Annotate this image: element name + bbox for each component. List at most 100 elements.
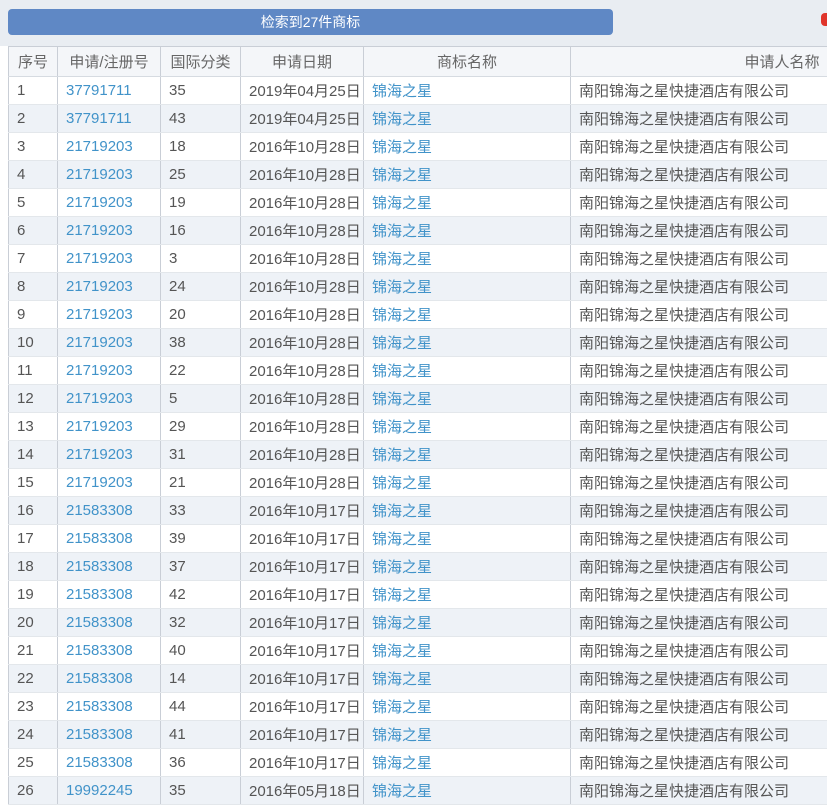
application-date-cell: 2016年10月17日	[241, 525, 364, 553]
registration-number-link[interactable]: 21583308	[66, 698, 133, 715]
trademark-name-link[interactable]: 锦海之星	[372, 671, 432, 688]
serial-number: 11	[17, 362, 33, 379]
intl-class-cell: 21	[161, 469, 241, 497]
registration-number-link[interactable]: 21583308	[66, 726, 133, 743]
serial-number-cell: 5	[9, 189, 58, 217]
trademark-name-link[interactable]: 锦海之星	[372, 755, 432, 772]
intl-class-cell: 25	[161, 161, 241, 189]
registration-number-link[interactable]: 21583308	[66, 614, 133, 631]
registration-number-link[interactable]: 21719203	[66, 138, 133, 155]
application-date-cell: 2016年10月17日	[241, 749, 364, 777]
serial-number: 14	[17, 446, 34, 463]
registration-number-link[interactable]: 21719203	[66, 250, 133, 267]
trademark-name-link[interactable]: 锦海之星	[372, 727, 432, 744]
applicant-name-cell: 南阳锦海之星快捷酒店有限公司	[571, 189, 827, 217]
intl-class-cell: 3	[161, 245, 241, 273]
registration-number-cell: 37791711	[58, 77, 161, 105]
serial-number: 19	[17, 586, 34, 603]
trademark-name-cell: 锦海之星	[364, 777, 571, 805]
applicant-name-value: 南阳锦海之星快捷酒店有限公司	[579, 307, 789, 324]
table-row: 21 21583308 40 2016年10月17日 锦海之星 南阳锦海之星快捷…	[9, 637, 827, 665]
application-date-cell: 2016年10月28日	[241, 385, 364, 413]
trademark-name-link[interactable]: 锦海之星	[372, 195, 432, 212]
registration-number-link[interactable]: 21583308	[66, 670, 133, 687]
trademark-name-link[interactable]: 锦海之星	[372, 587, 432, 604]
trademark-name-link[interactable]: 锦海之星	[372, 643, 432, 660]
serial-number: 22	[17, 670, 34, 687]
applicant-name-cell: 南阳锦海之星快捷酒店有限公司	[571, 553, 827, 581]
trademark-name-link[interactable]: 锦海之星	[372, 111, 432, 128]
trademark-name-link[interactable]: 锦海之星	[372, 251, 432, 268]
applicant-name-value: 南阳锦海之星快捷酒店有限公司	[579, 671, 789, 688]
trademark-name-link[interactable]: 锦海之星	[372, 475, 432, 492]
trademark-name-link[interactable]: 锦海之星	[372, 307, 432, 324]
application-date-value: 2016年10月17日	[249, 643, 361, 660]
trademark-name-link[interactable]: 锦海之星	[372, 699, 432, 716]
registration-number-link[interactable]: 21583308	[66, 754, 133, 771]
registration-number-link[interactable]: 19992245	[66, 782, 133, 799]
trademark-name-link[interactable]: 锦海之星	[372, 531, 432, 548]
trademark-name-link[interactable]: 锦海之星	[372, 279, 432, 296]
trademark-name-cell: 锦海之星	[364, 609, 571, 637]
registration-number-link[interactable]: 21583308	[66, 530, 133, 547]
serial-number-cell: 14	[9, 441, 58, 469]
clipped-red-icon[interactable]	[821, 13, 827, 26]
trademark-name-link[interactable]: 锦海之星	[372, 223, 432, 240]
registration-number-link[interactable]: 21583308	[66, 642, 133, 659]
registration-number-link[interactable]: 21719203	[66, 390, 133, 407]
registration-number-link[interactable]: 37791711	[66, 110, 132, 127]
trademark-name-link[interactable]: 锦海之星	[372, 559, 432, 576]
trademark-name-link[interactable]: 锦海之星	[372, 447, 432, 464]
serial-number-cell: 8	[9, 273, 58, 301]
application-date-value: 2016年10月28日	[249, 335, 361, 352]
registration-number-link[interactable]: 21583308	[66, 502, 133, 519]
serial-number-cell: 10	[9, 329, 58, 357]
applicant-name-cell: 南阳锦海之星快捷酒店有限公司	[571, 497, 827, 525]
trademark-name-link[interactable]: 锦海之星	[372, 83, 432, 100]
trademark-name-link[interactable]: 锦海之星	[372, 335, 432, 352]
trademark-name-cell: 锦海之星	[364, 189, 571, 217]
registration-number-link[interactable]: 21719203	[66, 334, 133, 351]
table-row: 12 21719203 5 2016年10月28日 锦海之星 南阳锦海之星快捷酒…	[9, 385, 827, 413]
application-date-value: 2016年10月17日	[249, 615, 361, 632]
application-date-cell: 2016年10月28日	[241, 357, 364, 385]
table-row: 19 21583308 42 2016年10月17日 锦海之星 南阳锦海之星快捷…	[9, 581, 827, 609]
trademark-name-link[interactable]: 锦海之星	[372, 419, 432, 436]
registration-number-link[interactable]: 21719203	[66, 306, 133, 323]
application-date-cell: 2016年10月28日	[241, 245, 364, 273]
serial-number-cell: 15	[9, 469, 58, 497]
trademark-name-cell: 锦海之星	[364, 357, 571, 385]
registration-number-cell: 21583308	[58, 525, 161, 553]
registration-number-link[interactable]: 21719203	[66, 166, 133, 183]
intl-class-value: 38	[169, 334, 186, 351]
intl-class-cell: 29	[161, 413, 241, 441]
registration-number-link[interactable]: 21719203	[66, 222, 133, 239]
trademark-name-link[interactable]: 锦海之星	[372, 503, 432, 520]
registration-number-link[interactable]: 21719203	[66, 278, 133, 295]
trademark-name-link[interactable]: 锦海之星	[372, 363, 432, 380]
registration-number-link[interactable]: 21719203	[66, 446, 133, 463]
intl-class-value: 35	[169, 782, 186, 799]
trademark-name-cell: 锦海之星	[364, 749, 571, 777]
trademark-name-link[interactable]: 锦海之星	[372, 391, 432, 408]
intl-class-value: 42	[169, 586, 186, 603]
trademark-name-link[interactable]: 锦海之星	[372, 615, 432, 632]
registration-number-cell: 21583308	[58, 721, 161, 749]
registration-number-link[interactable]: 21583308	[66, 558, 133, 575]
application-date-value: 2016年10月28日	[249, 447, 361, 464]
trademark-name-link[interactable]: 锦海之星	[372, 139, 432, 156]
registration-number-link[interactable]: 21719203	[66, 362, 133, 379]
registration-number-link[interactable]: 21719203	[66, 194, 133, 211]
registration-number-cell: 21583308	[58, 497, 161, 525]
registration-number-link[interactable]: 21583308	[66, 586, 133, 603]
registration-number-link[interactable]: 21719203	[66, 418, 133, 435]
trademark-name-link[interactable]: 锦海之星	[372, 783, 432, 800]
trademark-name-cell: 锦海之星	[364, 441, 571, 469]
table-row: 3 21719203 18 2016年10月28日 锦海之星 南阳锦海之星快捷酒…	[9, 133, 827, 161]
intl-class-value: 29	[169, 418, 186, 435]
trademark-name-link[interactable]: 锦海之星	[372, 167, 432, 184]
application-date-value: 2016年10月28日	[249, 167, 361, 184]
registration-number-link[interactable]: 21719203	[66, 474, 133, 491]
registration-number-link[interactable]: 37791711	[66, 82, 132, 99]
application-date-cell: 2016年10月17日	[241, 609, 364, 637]
